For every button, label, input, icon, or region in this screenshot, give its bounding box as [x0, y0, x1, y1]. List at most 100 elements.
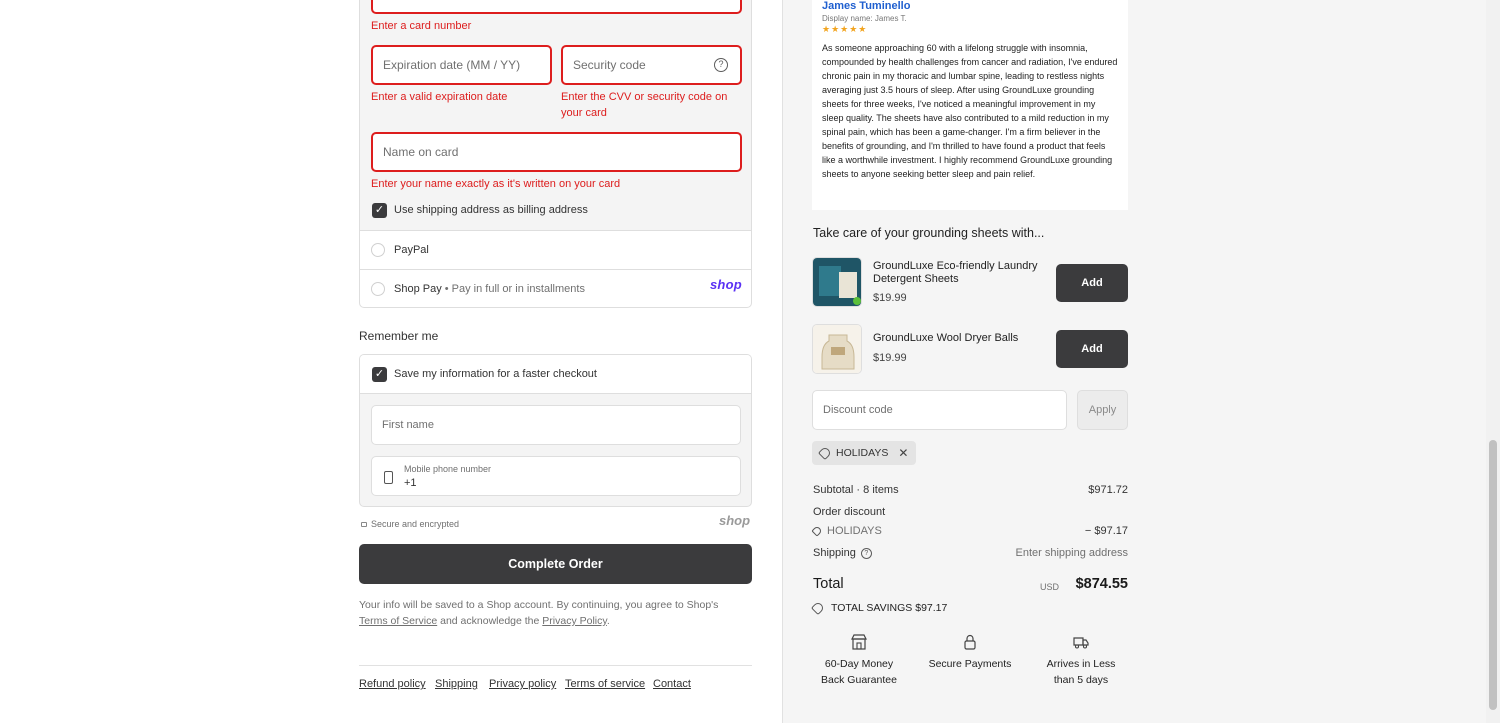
name-on-card-placeholder: Name on card: [383, 145, 459, 159]
footer-link-privacy[interactable]: Privacy policy: [489, 678, 556, 690]
payment-methods: Enter a card number Expiration date (MM …: [359, 0, 752, 308]
save-info-label: Save my information for a faster checkou…: [394, 368, 597, 380]
shoppay-radio[interactable]: [371, 282, 385, 296]
save-info-checkbox[interactable]: ✓: [372, 367, 387, 382]
reviewer-display-name: Display name: James T.: [822, 14, 907, 23]
footer-link-refund[interactable]: Refund policy: [359, 678, 426, 690]
currency-code: USD: [1040, 582, 1060, 592]
close-icon[interactable]: ✕: [898, 446, 908, 460]
upsell-item-price: $19.99: [873, 352, 907, 364]
shipping-label: Shipping: [813, 547, 856, 559]
savings-value: $97.17: [915, 602, 948, 614]
tag-icon: [810, 600, 826, 616]
customer-review: James Tuminello Display name: James T. ★…: [812, 0, 1128, 210]
rating-stars: ★★★★★: [822, 24, 868, 34]
consent-text: Your info will be saved to a Shop accoun…: [359, 597, 752, 629]
footer-divider: [359, 665, 752, 666]
scrollbar-thumb[interactable]: [1489, 440, 1497, 710]
divider: [360, 230, 751, 231]
security-code-placeholder: Security code: [573, 58, 646, 72]
detergent-product-image: [813, 258, 861, 306]
applied-discount-code: HOLIDAYS: [836, 447, 889, 459]
shipping-row: Shipping ?: [813, 547, 872, 559]
billing-checkbox-label: Use shipping address as billing address: [394, 204, 588, 216]
expiration-field[interactable]: Expiration date (MM / YY): [371, 45, 552, 85]
upsell-item-name: GroundLuxe Wool Dryer Balls: [873, 332, 1019, 344]
reviewer-name: James Tuminello: [822, 0, 911, 12]
review-body: As someone approaching 60 with a lifelon…: [822, 43, 1118, 179]
first-name-placeholder: First name: [382, 419, 434, 431]
credit-card-section: Enter a card number Expiration date (MM …: [360, 0, 751, 230]
trust-badge-delivery: Arrives in Less than 5 days: [1026, 634, 1136, 688]
discount-placeholder: Discount code: [823, 404, 893, 416]
order-discount-code-row: HOLIDAYS: [811, 525, 882, 537]
shop-logo: shop: [710, 277, 742, 292]
tag-icon: [811, 525, 823, 537]
security-code-error-line2: your card: [561, 107, 607, 119]
phone-icon: [384, 471, 393, 484]
total-value: $874.55: [1075, 576, 1128, 592]
dryer-balls-product-image: [813, 325, 861, 373]
order-discount-value: − $97.17: [1084, 525, 1128, 537]
divider: [360, 269, 751, 270]
security-code-error-line1: Enter the CVV or security code on: [561, 91, 728, 103]
paypal-radio[interactable]: [371, 243, 385, 257]
billing-checkbox[interactable]: ✓: [372, 203, 387, 218]
subtotal-label: Subtotal · 8 items: [813, 484, 899, 496]
trust-line1: 60-Day Money: [824, 658, 894, 670]
scrollbar[interactable]: [1486, 0, 1500, 723]
name-on-card-field[interactable]: Name on card: [371, 132, 742, 172]
product-thumbnail: [812, 257, 862, 307]
tag-icon: [817, 445, 833, 461]
apply-discount-button[interactable]: Apply: [1077, 390, 1128, 430]
shoppay-option: Shop Pay • Pay in full or in installment…: [394, 283, 585, 295]
shoppay-sublabel: • Pay in full or in installments: [444, 283, 585, 295]
first-name-field[interactable]: First name: [371, 405, 741, 445]
privacy-policy-link[interactable]: Privacy Policy: [542, 615, 607, 627]
upsell-title: Take care of your grounding sheets with.…: [813, 226, 1045, 240]
total-savings: TOTAL SAVINGS $97.17: [810, 600, 948, 616]
truck-icon: [1073, 637, 1089, 649]
discount-code-input[interactable]: Discount code: [812, 390, 1067, 430]
lock-icon: [964, 634, 976, 650]
upsell-item-price: $19.99: [873, 292, 907, 304]
trust-badge-guarantee: 60-Day Money Back Guarantee: [804, 634, 914, 688]
phone-prefix: +1: [404, 477, 417, 489]
card-number-field[interactable]: [371, 0, 742, 14]
paypal-label: PayPal: [394, 244, 429, 256]
card-number-error: Enter a card number: [371, 20, 472, 32]
lock-icon: [361, 522, 367, 527]
terms-of-service-link[interactable]: Terms of Service: [359, 615, 437, 627]
total-label: Total: [813, 576, 844, 592]
shoppay-label: Shop Pay: [394, 283, 442, 295]
footer-link-contact[interactable]: Contact: [653, 678, 691, 690]
secure-encrypted-text: Secure and encrypted: [371, 519, 460, 529]
remember-me-title: Remember me: [359, 329, 439, 343]
upsell-item-name: GroundLuxe Eco-friendly Laundry Detergen…: [873, 260, 1038, 285]
shipping-value: Enter shipping address: [1015, 547, 1128, 559]
shop-logo: shop: [719, 513, 751, 528]
save-info-row: ✓ Save my information for a faster check…: [360, 355, 751, 394]
expiration-error: Enter a valid expiration date: [371, 91, 508, 103]
trust-line2: than 5 days: [1053, 674, 1109, 686]
trust-line1: Secure Payments: [928, 658, 1012, 670]
security-code-field[interactable]: Security code ?: [561, 45, 742, 85]
mobile-phone-field[interactable]: Mobile phone number +1: [371, 456, 741, 496]
applied-discount-chip: HOLIDAYS ✕: [812, 441, 917, 465]
help-icon[interactable]: ?: [860, 547, 872, 559]
trust-badge-secure: Secure Payments: [915, 634, 1025, 672]
add-dryer-balls-button[interactable]: Add: [1056, 330, 1128, 368]
savings-label: TOTAL SAVINGS: [831, 602, 913, 614]
order-discount-label: Order discount: [813, 506, 886, 518]
help-icon[interactable]: ?: [714, 58, 728, 72]
add-detergent-button[interactable]: Add: [1056, 264, 1128, 302]
remember-me-box: ✓ Save my information for a faster check…: [359, 354, 752, 507]
consent-part3: .: [606, 615, 610, 627]
name-on-card-error: Enter your name exactly as it's written …: [371, 178, 621, 190]
consent-part2: and acknowledge the: [440, 615, 540, 627]
footer-link-terms[interactable]: Terms of service: [565, 678, 645, 690]
complete-order-button[interactable]: Complete Order: [359, 544, 752, 584]
expiration-placeholder: Expiration date (MM / YY): [383, 58, 521, 72]
footer-link-shipping[interactable]: Shipping: [435, 678, 478, 690]
store-icon: [851, 634, 867, 650]
